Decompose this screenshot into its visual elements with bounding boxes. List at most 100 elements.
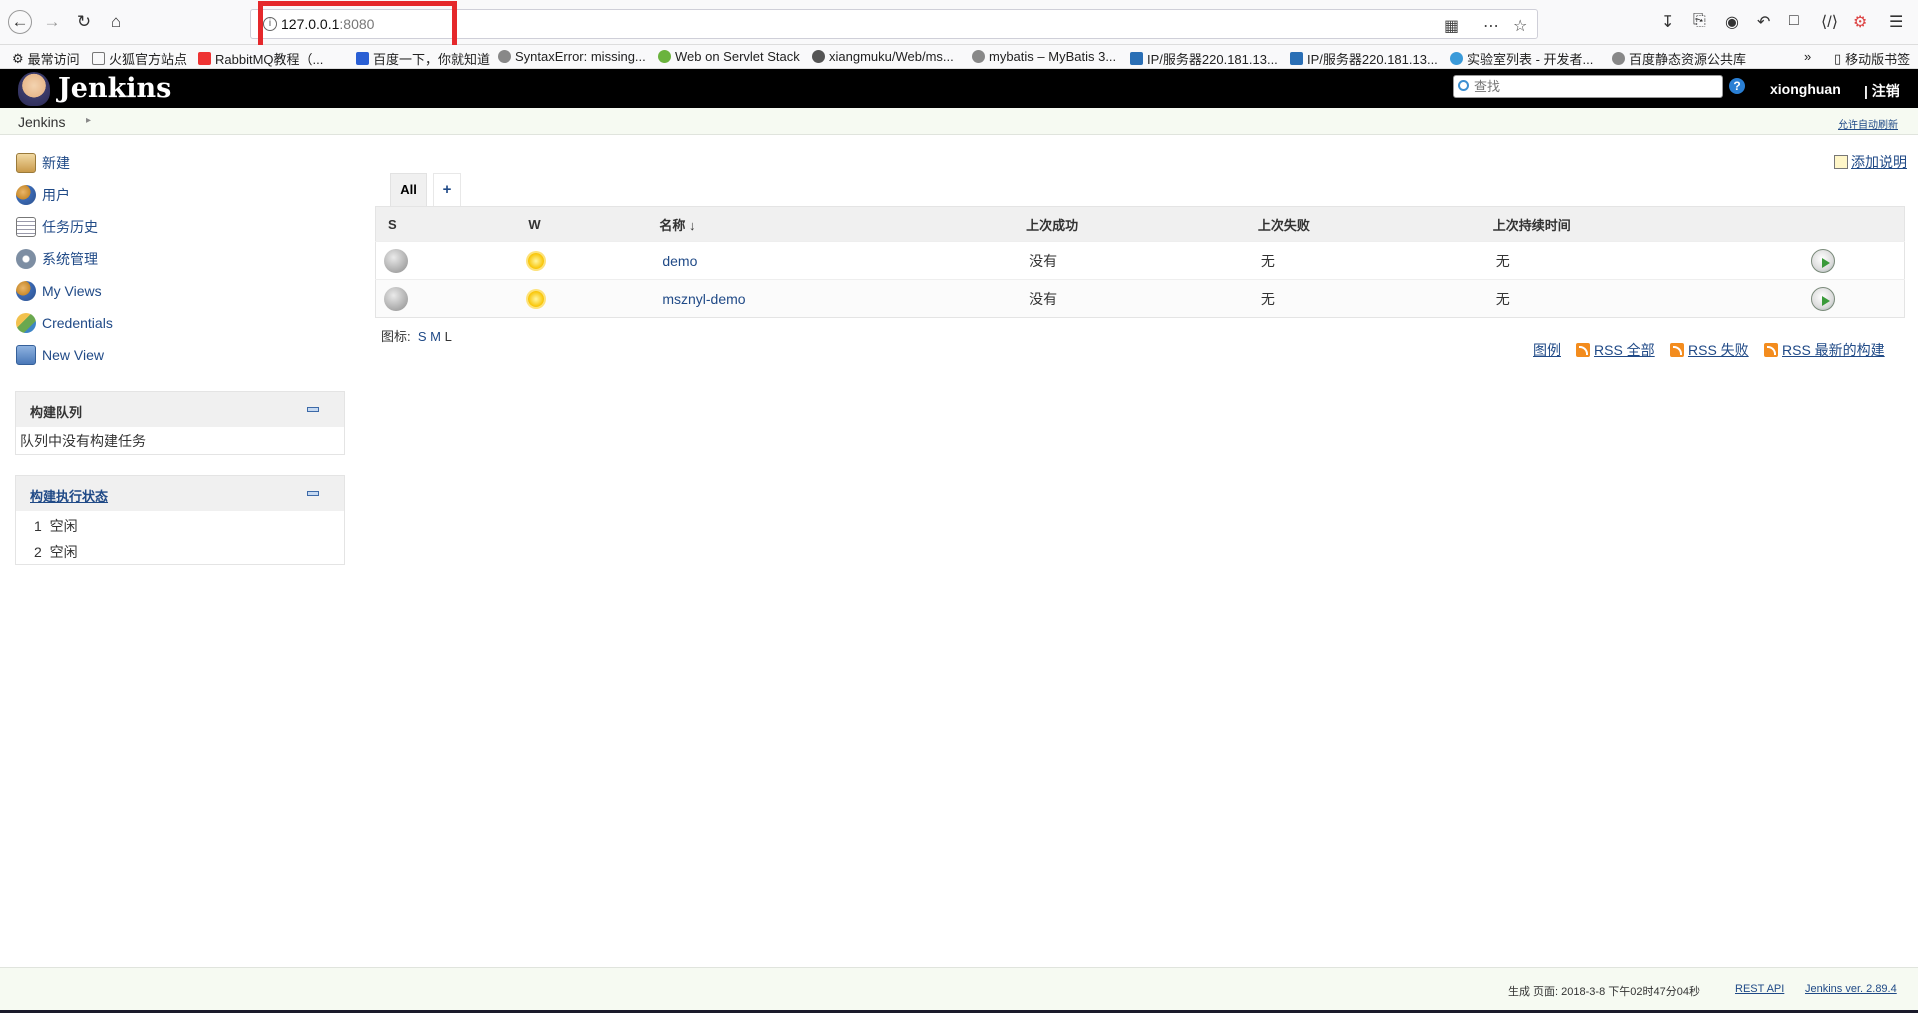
bookmarks-overflow[interactable]: » — [1804, 49, 1811, 64]
my-views-icon — [16, 281, 36, 301]
search-icon — [1458, 80, 1469, 91]
library-icon[interactable]: ⎘ — [1693, 12, 1706, 30]
forward-button[interactable]: → — [40, 10, 64, 34]
col-last-failure[interactable]: 上次失败 — [1240, 206, 1476, 242]
col-last-success[interactable]: 上次成功 — [1007, 206, 1241, 242]
folder-icon — [92, 52, 105, 65]
menu-icon[interactable]: ☰ — [1889, 12, 1903, 32]
chevron-right-icon[interactable]: ▸ — [86, 115, 91, 126]
credentials-icon — [16, 313, 36, 333]
chat-icon[interactable]: ◉ — [1725, 12, 1739, 32]
bookmark-item[interactable]: 实验室列表 - 开发者... — [1450, 49, 1593, 68]
schedule-build-icon[interactable] — [1810, 248, 1835, 273]
download-icon[interactable]: ↧ — [1661, 12, 1674, 32]
executors-title-link[interactable]: 构建执行状态 — [30, 486, 108, 505]
extension-icon[interactable]: ⚙ — [1853, 12, 1867, 32]
task-credentials[interactable]: Credentials — [16, 312, 113, 334]
bookmark-item[interactable]: SyntaxError: missing... — [498, 49, 646, 64]
bookmarks-bar: ⚙ 最常访问 火狐官方站点 RabbitMQ教程（... 百度一下，你就知道 Sy… — [0, 45, 1918, 69]
task-new-view[interactable]: New View — [16, 344, 104, 366]
last-success-cell: 没有 — [1007, 279, 1241, 318]
col-last-duration[interactable]: 上次持续时间 — [1475, 206, 1811, 242]
home-button[interactable]: ⌂ — [104, 10, 128, 34]
bookmark-item[interactable]: 火狐官方站点 — [92, 49, 187, 68]
bookmark-item[interactable]: IP/服务器220.181.13... — [1130, 49, 1278, 68]
executors-header: 构建执行状态 — [16, 476, 344, 511]
github-icon — [812, 50, 825, 63]
globe-icon — [1612, 52, 1625, 65]
build-queue-empty: 队列中没有构建任务 — [20, 433, 146, 449]
undo-icon[interactable]: ↶ — [1757, 12, 1770, 32]
col-status[interactable]: S — [375, 206, 516, 242]
breadcrumb-jenkins[interactable]: Jenkins — [18, 114, 65, 130]
bookmark-star-icon[interactable]: ☆ — [1513, 16, 1527, 36]
last-success-cell: 没有 — [1007, 241, 1241, 280]
crop-icon[interactable]: □ — [1789, 12, 1799, 30]
bookmark-item[interactable]: 百度静态资源公共库 — [1612, 49, 1746, 68]
bookmark-item[interactable]: mybatis – MyBatis 3... — [972, 49, 1116, 64]
executors-pane: 构建执行状态 1 空闲 2 空闲 — [15, 475, 345, 565]
jenkins-logo[interactable]: Jenkins — [18, 69, 171, 108]
schedule-build-icon[interactable] — [1810, 286, 1835, 311]
auto-refresh-link[interactable]: 允许自动刷新 — [1838, 116, 1898, 131]
task-my-views[interactable]: My Views — [16, 280, 102, 302]
icon-size-m[interactable]: M — [430, 329, 441, 344]
weather-sunny-icon[interactable] — [523, 286, 549, 312]
weather-sunny-icon[interactable] — [523, 248, 549, 274]
search-input[interactable] — [1474, 78, 1714, 95]
collapse-icon[interactable] — [307, 407, 319, 412]
qr-code-icon[interactable]: ▦ — [1444, 16, 1459, 36]
bookmark-item[interactable]: IP/服务器220.181.13... — [1290, 49, 1438, 68]
mobile-bookmarks[interactable]: ▯ 移动版书签 — [1834, 49, 1910, 68]
gear-icon: ⚙ — [12, 50, 24, 66]
rss-all-link[interactable]: RSS 全部 — [1576, 340, 1655, 360]
add-description-link[interactable]: 添加说明 — [1834, 152, 1907, 172]
task-build-history[interactable]: 任务历史 — [16, 216, 98, 238]
search-box[interactable] — [1453, 75, 1723, 98]
task-people[interactable]: 用户 — [16, 184, 70, 206]
col-weather[interactable]: W — [515, 206, 643, 242]
build-queue-pane: 构建队列 队列中没有构建任务 — [15, 391, 345, 455]
icon-size-selector: 图标: S M L — [381, 329, 452, 344]
bookmark-item[interactable]: RabbitMQ教程（... — [198, 49, 323, 68]
back-button[interactable]: ← — [8, 10, 32, 34]
status-ball-icon[interactable] — [384, 248, 408, 273]
col-actions — [1810, 206, 1905, 242]
icon-size-l: L — [444, 329, 452, 344]
col-name[interactable]: 名称 ↓ — [642, 206, 1008, 242]
bookmark-item[interactable]: xiangmuku/Web/ms... — [812, 49, 954, 64]
new-view-icon — [16, 345, 36, 365]
paw-icon — [356, 52, 369, 65]
bookmark-item[interactable]: ⚙ 最常访问 — [12, 49, 80, 68]
rss-failed-link[interactable]: RSS 失败 — [1670, 340, 1749, 360]
rss-icon — [1576, 343, 1590, 357]
tab-add-view[interactable]: + — [433, 173, 461, 206]
reload-button[interactable]: ↻ — [72, 10, 96, 34]
rest-api-link[interactable]: REST API — [1735, 983, 1784, 995]
job-link[interactable]: demo — [662, 253, 697, 269]
executor-row: 1 空闲 — [34, 518, 78, 534]
user-link[interactable]: xionghuan — [1770, 81, 1841, 97]
last-duration-cell: 无 — [1475, 241, 1811, 280]
bookmark-item[interactable]: 百度一下，你就知道 — [356, 49, 490, 68]
code-icon[interactable]: ⟨/⟩ — [1821, 12, 1838, 32]
job-link[interactable]: msznyl-demo — [662, 291, 745, 307]
footer: 生成 页面: 2018-3-8 下午02时47分04秒 REST API Jen… — [0, 967, 1918, 1013]
rss-latest-link[interactable]: RSS 最新的构建 — [1764, 340, 1885, 360]
edit-icon — [1834, 155, 1848, 169]
icon-size-s[interactable]: S — [418, 329, 427, 344]
build-queue-header: 构建队列 — [16, 392, 344, 427]
bookmark-item[interactable]: Web on Servlet Stack — [658, 49, 800, 64]
logout-link[interactable]: | 注销 — [1864, 81, 1900, 101]
tab-all[interactable]: All — [390, 173, 427, 206]
task-new-item[interactable]: 新建 — [16, 152, 70, 174]
collapse-icon[interactable] — [307, 491, 319, 496]
status-ball-icon[interactable] — [384, 286, 408, 311]
task-manage-jenkins[interactable]: 系统管理 — [16, 248, 98, 270]
globe-icon — [498, 50, 511, 63]
help-icon[interactable]: ? — [1729, 78, 1745, 94]
jenkins-version-link[interactable]: Jenkins ver. 2.89.4 — [1805, 983, 1897, 995]
legend-link[interactable]: 图例 — [1533, 340, 1561, 360]
page-actions-icon[interactable]: ⋯ — [1483, 16, 1499, 36]
manage-jenkins-icon — [16, 249, 36, 269]
